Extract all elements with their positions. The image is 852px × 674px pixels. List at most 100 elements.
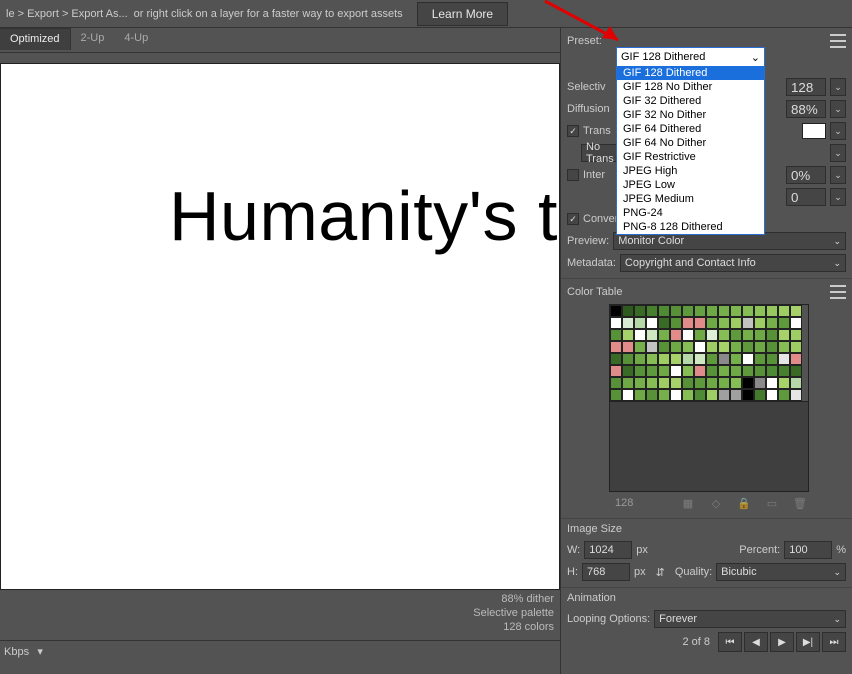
- color-swatch[interactable]: [754, 377, 766, 389]
- lock-color-icon[interactable]: 🔒: [737, 496, 751, 510]
- preset-option[interactable]: GIF 128 No Dither: [617, 80, 764, 94]
- transparency-checkbox[interactable]: ✓: [567, 125, 579, 137]
- color-swatch[interactable]: [646, 377, 658, 389]
- color-swatch[interactable]: [730, 305, 742, 317]
- color-swatch[interactable]: [622, 353, 634, 365]
- color-swatch[interactable]: [718, 377, 730, 389]
- preset-option[interactable]: JPEG Low: [617, 178, 764, 192]
- color-table-menu-icon[interactable]: [830, 285, 846, 299]
- color-swatch[interactable]: [646, 389, 658, 401]
- color-swatch[interactable]: [790, 389, 802, 401]
- preset-option[interactable]: JPEG High: [617, 164, 764, 178]
- color-swatch[interactable]: [622, 317, 634, 329]
- color-swatch[interactable]: [646, 365, 658, 377]
- color-swatch[interactable]: [742, 365, 754, 377]
- color-swatch[interactable]: [718, 353, 730, 365]
- color-swatch[interactable]: [766, 353, 778, 365]
- color-swatch[interactable]: [742, 305, 754, 317]
- quality-select[interactable]: Bicubic⌄: [716, 563, 846, 581]
- color-swatch[interactable]: [706, 329, 718, 341]
- preset-option[interactable]: GIF 64 Dithered: [617, 122, 764, 136]
- metadata-select[interactable]: Copyright and Contact Info⌄: [620, 254, 846, 272]
- color-swatch[interactable]: [754, 389, 766, 401]
- color-swatch[interactable]: [706, 377, 718, 389]
- color-swatch[interactable]: [670, 377, 682, 389]
- color-swatch[interactable]: [694, 341, 706, 353]
- color-swatch[interactable]: [658, 305, 670, 317]
- lossy-input[interactable]: [786, 188, 826, 206]
- preset-dropdown-open[interactable]: GIF 128 Dithered ⌄ GIF 128 DitheredGIF 1…: [616, 47, 765, 235]
- color-swatch[interactable]: [634, 341, 646, 353]
- color-swatch[interactable]: [718, 329, 730, 341]
- color-swatch[interactable]: [610, 365, 622, 377]
- color-swatch[interactable]: [754, 329, 766, 341]
- color-swatch[interactable]: [682, 353, 694, 365]
- color-swatch[interactable]: [646, 317, 658, 329]
- color-swatch[interactable]: [610, 317, 622, 329]
- color-swatch[interactable]: [778, 377, 790, 389]
- color-swatch[interactable]: [634, 317, 646, 329]
- map-web-icon[interactable]: ▦: [681, 496, 695, 510]
- color-swatch[interactable]: [778, 305, 790, 317]
- tab-optimized[interactable]: Optimized: [0, 28, 71, 50]
- color-swatch[interactable]: [790, 353, 802, 365]
- color-swatch[interactable]: [682, 305, 694, 317]
- color-swatch[interactable]: [766, 389, 778, 401]
- color-swatch[interactable]: [634, 305, 646, 317]
- tab-4up[interactable]: 4-Up: [114, 28, 158, 50]
- color-swatch[interactable]: [718, 389, 730, 401]
- color-swatch[interactable]: [790, 365, 802, 377]
- trash-icon[interactable]: 🗑: [793, 496, 807, 510]
- color-swatch[interactable]: [694, 317, 706, 329]
- color-swatch[interactable]: [790, 377, 802, 389]
- preset-option[interactable]: GIF 64 No Dither: [617, 136, 764, 150]
- height-input[interactable]: [582, 563, 630, 581]
- preset-option[interactable]: GIF Restrictive: [617, 150, 764, 164]
- color-table[interactable]: 128 ▦ ◇ 🔒 ▭ 🗑: [609, 304, 809, 514]
- color-swatch[interactable]: [706, 353, 718, 365]
- colors-stepper[interactable]: ⌄: [830, 78, 846, 96]
- color-swatch[interactable]: [754, 365, 766, 377]
- color-swatch[interactable]: [694, 353, 706, 365]
- color-swatch[interactable]: [790, 329, 802, 341]
- prev-frame-button[interactable]: ◀: [744, 632, 768, 652]
- color-swatch[interactable]: [634, 365, 646, 377]
- color-swatch[interactable]: [706, 341, 718, 353]
- play-button[interactable]: ▶: [770, 632, 794, 652]
- preset-option[interactable]: PNG-24: [617, 206, 764, 220]
- color-swatch[interactable]: [670, 365, 682, 377]
- color-swatch[interactable]: [778, 353, 790, 365]
- color-swatch[interactable]: [670, 305, 682, 317]
- preset-option[interactable]: GIF 32 Dithered: [617, 94, 764, 108]
- srgb-checkbox[interactable]: ✓: [567, 213, 579, 225]
- color-swatch[interactable]: [670, 353, 682, 365]
- lossy-stepper[interactable]: ⌄: [830, 188, 846, 206]
- color-swatch[interactable]: [742, 329, 754, 341]
- preset-selected[interactable]: GIF 128 Dithered ⌄: [617, 48, 764, 66]
- color-swatch[interactable]: [694, 305, 706, 317]
- matte-stepper[interactable]: ⌄: [830, 122, 846, 140]
- color-swatch[interactable]: [658, 353, 670, 365]
- color-swatch[interactable]: [610, 341, 622, 353]
- color-swatch[interactable]: [646, 353, 658, 365]
- color-swatch[interactable]: [706, 317, 718, 329]
- color-swatch[interactable]: [730, 341, 742, 353]
- color-swatch[interactable]: [658, 365, 670, 377]
- color-swatch[interactable]: [778, 389, 790, 401]
- color-swatch[interactable]: [670, 329, 682, 341]
- color-swatch[interactable]: [730, 377, 742, 389]
- matte-swatch[interactable]: [802, 123, 826, 139]
- color-swatch[interactable]: [694, 389, 706, 401]
- color-swatch[interactable]: [622, 365, 634, 377]
- color-swatch[interactable]: [610, 305, 622, 317]
- color-swatch[interactable]: [706, 365, 718, 377]
- color-swatch[interactable]: [754, 341, 766, 353]
- first-frame-button[interactable]: ⏮: [718, 632, 742, 652]
- color-swatch[interactable]: [754, 353, 766, 365]
- color-swatch[interactable]: [778, 365, 790, 377]
- color-swatch[interactable]: [658, 341, 670, 353]
- color-swatch[interactable]: [682, 317, 694, 329]
- color-swatch[interactable]: [718, 317, 730, 329]
- map-trans-icon[interactable]: ◇: [709, 496, 723, 510]
- color-swatch[interactable]: [778, 317, 790, 329]
